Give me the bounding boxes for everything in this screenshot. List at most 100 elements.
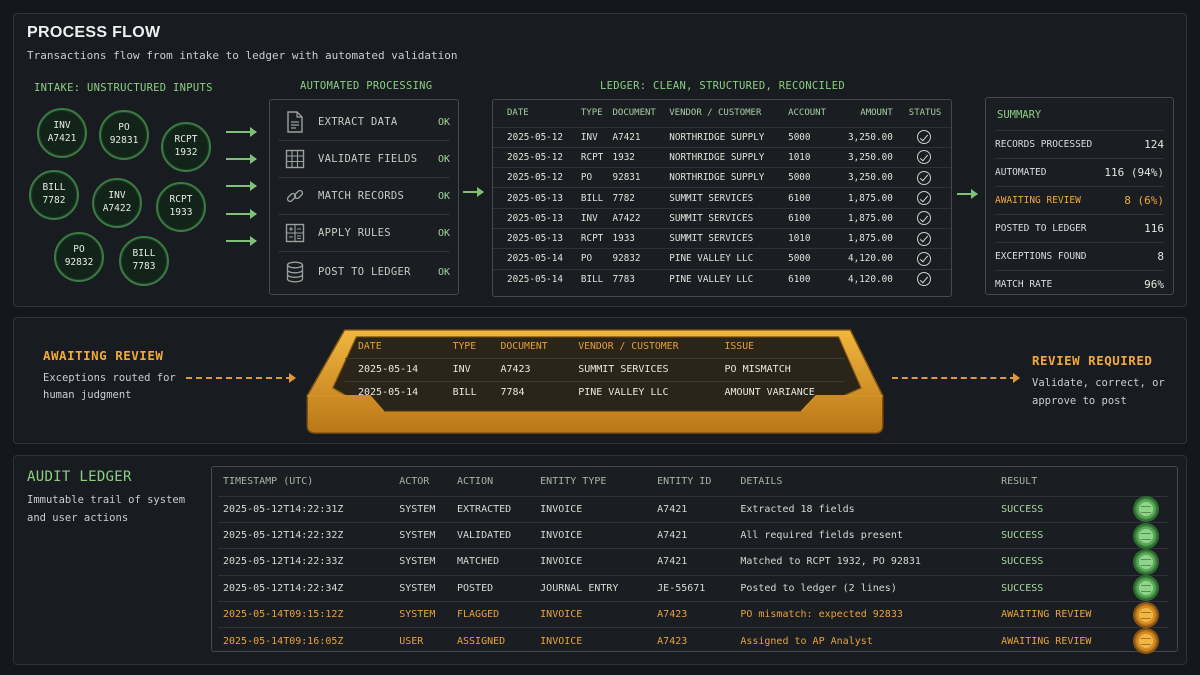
summary-label: POSTED TO LEDGER: [995, 223, 1087, 234]
ledger-cell: A7422: [608, 207, 666, 229]
ledger-cell: INV: [576, 207, 609, 229]
step-apply-rules[interactable]: APPLY RULES OK: [278, 215, 450, 252]
check-circle-icon: [916, 150, 931, 165]
ledger-cell: BILL: [576, 268, 609, 290]
ledger-row[interactable]: 2025-05-14 BILL 7783 PINE VALLEY LLC 6100 4,1…: [493, 268, 951, 290]
ledger-cell: BILL: [576, 187, 609, 209]
intake-document-bubble[interactable]: RCPT 1932: [161, 122, 211, 172]
summary-row: POSTED TO LEDGER 116: [995, 214, 1164, 242]
intake-document-bubble[interactable]: BILL 7782: [29, 170, 79, 220]
ledger-column-header: VENDOR / CUSTOMER: [669, 108, 762, 119]
review-column-header: DOCUMENT: [500, 341, 548, 353]
intake-document-bubble[interactable]: INV A7421: [37, 108, 87, 158]
audit-cell: Posted to ledger (2 lines): [735, 574, 997, 602]
audit-cell: INVOICE: [535, 495, 653, 523]
summary-label: RECORDS PROCESSED: [995, 139, 1093, 150]
summary-row: EXCEPTIONS FOUND 8: [995, 242, 1164, 270]
audit-column-header: ENTITY TYPE: [540, 475, 607, 487]
summary-label: MATCH RATE: [995, 279, 1053, 290]
flow-arrow: [463, 187, 484, 197]
step-match-records[interactable]: MATCH RECORDS OK: [278, 178, 450, 215]
ledger-cell: INV: [576, 126, 609, 148]
review-row[interactable]: 2025-05-14 INV A7423 SUMMIT SERVICES PO MISM…: [345, 357, 845, 381]
audit-seal-cell: [1130, 627, 1168, 655]
ledger-cell: 2025-05-14: [493, 248, 577, 270]
audit-row[interactable]: 2025-05-12T14:22:32Z SYSTEM VALIDATED INVOI…: [218, 521, 1168, 549]
step-post-to-ledger[interactable]: POST TO LEDGER OK: [278, 252, 450, 292]
review-cell: 7784: [487, 380, 566, 404]
ledger-row[interactable]: 2025-05-12 RCPT 1932 NORTHRIDGE SUPPLY 1010 3…: [493, 146, 951, 168]
ledger-cell: 1933: [608, 227, 666, 249]
audit-row[interactable]: 2025-05-12T14:22:33Z SYSTEM MATCHED INVOICE…: [218, 548, 1168, 576]
summary-label: AWAITING REVIEW: [995, 195, 1081, 206]
ledger-column-header: DOCUMENT: [612, 108, 656, 119]
ledger-cell: SUMMIT SERVICES: [665, 207, 785, 229]
summary-title: SUMMARY: [997, 109, 1042, 121]
audit-row[interactable]: 2025-05-14T09:16:05Z USER ASSIGNED INVOICE A…: [218, 627, 1168, 655]
database-icon: [284, 261, 306, 283]
processing-header: AUTOMATED PROCESSING: [300, 80, 433, 92]
review-cell: A7423: [487, 357, 566, 381]
audit-row[interactable]: 2025-05-14T09:15:12Z SYSTEM FLAGGED INVOICE…: [218, 601, 1168, 628]
flow-arrow: [957, 189, 978, 199]
document-id: 92832: [64, 257, 94, 268]
document-id: 1932: [174, 147, 198, 158]
ledger-row[interactable]: 2025-05-12 INV A7421 NORTHRIDGE SUPPLY 5000 3…: [493, 126, 951, 148]
ledger-status-cell: [892, 227, 951, 249]
ledger-cell: PINE VALLEY LLC: [665, 268, 785, 290]
ledger-row[interactable]: 2025-05-13 RCPT 1933 SUMMIT SERVICES 1010 1,8…: [493, 227, 951, 249]
ledger-cell: 2025-05-12: [493, 167, 577, 188]
ledger-row[interactable]: 2025-05-12 PO 92831 NORTHRIDGE SUPPLY 5000 3,…: [493, 167, 951, 188]
audit-cell: JOURNAL ENTRY: [535, 574, 653, 602]
step-label: POST TO LEDGER: [318, 266, 411, 278]
review-required-subtitle: Validate, correct, or approve to post: [1032, 377, 1165, 407]
ledger-row[interactable]: 2025-05-14 PO 92832 PINE VALLEY LLC 5000 4,12…: [493, 248, 951, 270]
intake-document-bubble[interactable]: RCPT 1933: [156, 182, 206, 232]
step-validate-fields[interactable]: VALIDATE FIELDS OK: [278, 141, 450, 178]
intake-document-bubble[interactable]: INV A7422: [92, 178, 142, 228]
audit-cell: VALIDATED: [452, 521, 536, 549]
ledger-row[interactable]: 2025-05-13 BILL 7782 SUMMIT SERVICES 6100 1,8…: [493, 187, 951, 209]
document-type: PO: [73, 244, 85, 256]
success-seal-icon: [1135, 550, 1158, 573]
dashed-arrow: [892, 373, 1020, 383]
audit-cell: 2025-05-14T09:15:12Z: [218, 601, 395, 628]
intake-document-bubble[interactable]: PO 92831: [99, 110, 149, 160]
intake-document-bubble[interactable]: PO 92832: [54, 232, 104, 282]
ledger-cell: A7421: [608, 126, 666, 148]
ledger-row[interactable]: 2025-05-13 INV A7422 SUMMIT SERVICES 6100 1,8…: [493, 207, 951, 229]
audit-table: TIMESTAMP (UTC) ACTOR ACTION ENTITY TYPE ENT…: [218, 467, 1168, 655]
ledger-cell: 1,875.00: [834, 227, 893, 249]
summary-row: MATCH RATE 96%: [995, 270, 1164, 298]
audit-row[interactable]: 2025-05-12T14:22:31Z SYSTEM EXTRACTED INVOI…: [218, 495, 1168, 523]
step-label: EXTRACT DATA: [318, 116, 398, 128]
audit-seal-header: [1130, 467, 1168, 496]
review-required-title: REVIEW REQUIRED: [1032, 353, 1153, 368]
link-icon: [284, 185, 306, 207]
step-extract-data[interactable]: EXTRACT DATA OK: [278, 104, 450, 141]
audit-seal-cell: [1130, 521, 1168, 549]
ledger-cell: 2025-05-13: [493, 207, 577, 229]
audit-seal-cell: [1130, 601, 1168, 628]
audit-cell: AWAITING REVIEW: [996, 627, 1131, 655]
ledger-cell: RCPT: [576, 227, 609, 249]
audit-cell: A7421: [652, 521, 736, 549]
step-status: OK: [437, 190, 450, 202]
review-row[interactable]: 2025-05-14 BILL 7784 PINE VALLEY LLC AMOUNT …: [345, 380, 845, 404]
summary-row: AWAITING REVIEW 8 (6%): [995, 186, 1164, 214]
audit-cell: SYSTEM: [394, 495, 452, 523]
step-status: OK: [437, 266, 450, 278]
step-status: OK: [437, 227, 450, 239]
awaiting-review-title: AWAITING REVIEW: [43, 348, 164, 363]
process-flow-subtitle: Transactions flow from intake to ledger …: [27, 49, 458, 62]
document-id: 1933: [169, 207, 193, 218]
ledger-cell: PO: [576, 248, 609, 270]
audit-row[interactable]: 2025-05-12T14:22:34Z SYSTEM POSTED JOURNAL …: [218, 574, 1168, 602]
summary-row: AUTOMATED 116 (94%): [995, 158, 1164, 186]
audit-cell: INVOICE: [535, 521, 653, 549]
ledger-column-header: AMOUNT: [860, 108, 893, 119]
ledger-cell: 3,250.00: [834, 146, 893, 168]
intake-document-bubble[interactable]: BILL 7783: [119, 236, 169, 286]
document-type: PO: [118, 122, 130, 134]
audit-cell: Extracted 18 fields: [735, 495, 997, 523]
